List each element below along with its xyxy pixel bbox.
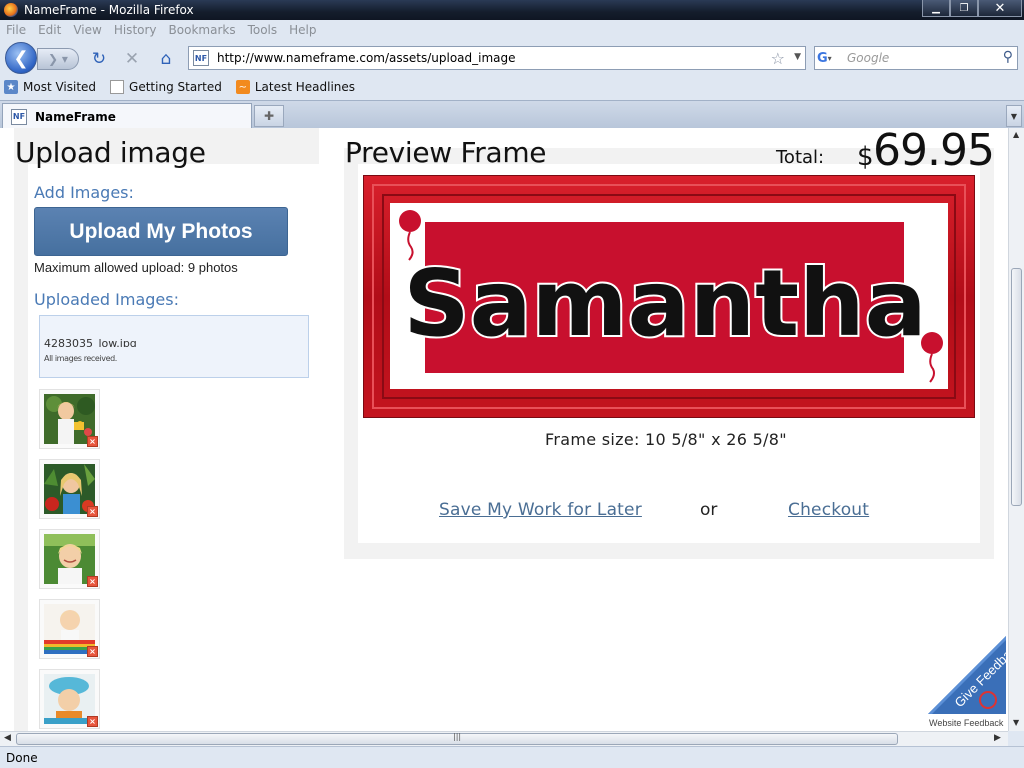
website-feedback-caption: Website Feedback	[929, 718, 1004, 728]
page-icon	[110, 80, 125, 94]
url-text[interactable]: http://www.nameframe.com/assets/upload_i…	[217, 51, 516, 65]
checkout-link[interactable]: Checkout	[788, 500, 869, 520]
or-text: or	[700, 500, 718, 520]
search-bar[interactable]: G ▾ Google ⚲	[814, 46, 1018, 70]
total-amount: 69.95	[873, 128, 995, 176]
frame-name-text: Samantha	[403, 250, 926, 357]
bookmark-label: Most Visited	[23, 80, 97, 94]
scroll-down-icon[interactable]: ▼	[1013, 718, 1019, 727]
menu-edit[interactable]: Edit	[38, 23, 61, 37]
upload-status-box: 4283035_low.jpg All images received.	[39, 315, 309, 378]
address-bar[interactable]: NF http://www.nameframe.com/assets/uploa…	[188, 46, 806, 70]
scroll-left-icon[interactable]: ◀	[4, 733, 11, 743]
frame-size-text: Frame size: 10 5/8" x 26 5/8"	[545, 430, 787, 449]
bookmark-most-visited[interactable]: ★ Most Visited	[4, 80, 96, 94]
bookmark-latest-headlines[interactable]: ∼ Latest Headlines	[235, 80, 356, 94]
tab-list-button[interactable]: ▼	[1006, 105, 1022, 127]
minimize-button[interactable]: ▁	[922, 0, 950, 17]
search-input[interactable]: Google	[847, 51, 889, 65]
menu-file[interactable]: File	[6, 23, 26, 37]
uploaded-thumbnail[interactable]: ×	[39, 599, 100, 659]
navigation-toolbar: ❮ ❯ ▾ ↻ ✕ ⌂ NF http://www.nameframe.com/…	[0, 40, 1024, 74]
total-label: Total:	[776, 147, 825, 168]
bookmark-label: Latest Headlines	[254, 80, 356, 94]
max-upload-note: Maximum allowed upload: 9 photos	[34, 260, 238, 275]
vertical-scrollbar[interactable]: ▲ ▼	[1008, 128, 1024, 731]
horizontal-scrollbar[interactable]: ◀ ||| ▶	[0, 731, 1008, 746]
site-favicon-icon: NF	[193, 50, 209, 66]
currency-symbol: $	[857, 142, 874, 172]
close-button[interactable]: ✕	[978, 0, 1022, 17]
menu-help[interactable]: Help	[289, 23, 316, 37]
stop-icon[interactable]: ✕	[122, 49, 142, 69]
forward-arrow-icon: ❯ ▾	[48, 52, 68, 66]
page-viewport: Upload image Add Images: Upload My Photo…	[0, 128, 1008, 731]
rss-feed-icon: ∼	[235, 80, 250, 94]
delete-image-icon[interactable]: ×	[87, 576, 98, 587]
back-button[interactable]: ❮	[5, 42, 37, 74]
google-search-engine-icon[interactable]: G ▾	[817, 48, 843, 68]
search-icon[interactable]: ⚲	[1003, 49, 1013, 65]
delete-image-icon[interactable]: ×	[87, 716, 98, 727]
scroll-up-icon[interactable]: ▲	[1013, 130, 1019, 139]
bookmark-label: Getting Started	[129, 80, 222, 94]
status-bar: Done	[0, 746, 1024, 768]
delete-image-icon[interactable]: ×	[87, 436, 98, 447]
new-tab-button[interactable]: ✚	[254, 105, 284, 127]
bookmark-getting-started[interactable]: Getting Started	[110, 80, 222, 94]
url-dropdown-icon[interactable]: ▼	[794, 52, 801, 62]
window-title: NameFrame - Mozilla Firefox	[24, 3, 194, 17]
uploaded-thumbnail[interactable]: ×	[39, 389, 100, 449]
uploaded-images-label: Uploaded Images:	[34, 290, 179, 309]
frame-preview: Samantha	[362, 174, 976, 419]
preview-title: Preview Frame	[345, 136, 547, 169]
uploaded-thumbnail[interactable]: ×	[39, 459, 100, 519]
add-images-label: Add Images:	[34, 183, 134, 202]
maximize-button[interactable]: ❐	[950, 0, 978, 17]
upload-status-message: All images received.	[44, 354, 117, 363]
tab-strip: NF NameFrame ✚ ▼	[0, 100, 1024, 129]
menu-tools[interactable]: Tools	[248, 23, 278, 37]
scroll-grip-icon: |||	[453, 732, 462, 741]
menu-history[interactable]: History	[114, 23, 157, 37]
scroll-right-icon[interactable]: ▶	[994, 733, 1001, 743]
delete-image-icon[interactable]: ×	[87, 646, 98, 657]
give-feedback-tab[interactable]: Give Feedback Website Feedback	[926, 634, 1008, 731]
delete-image-icon[interactable]: ×	[87, 506, 98, 517]
upload-panel: Upload image Add Images: Upload My Photo…	[14, 128, 319, 731]
status-text: Done	[6, 750, 38, 765]
chevron-down-icon: ▼	[1010, 111, 1018, 121]
window-controls: ▁ ❐ ✕	[922, 0, 1022, 17]
reload-icon[interactable]: ↻	[89, 49, 109, 69]
tab-label: NameFrame	[35, 109, 116, 124]
tab-nameframe[interactable]: NF NameFrame	[2, 103, 252, 129]
vertical-scroll-thumb[interactable]	[1011, 268, 1022, 506]
site-favicon-icon: NF	[11, 108, 27, 125]
upload-title: Upload image	[15, 136, 206, 169]
menu-bookmarks[interactable]: Bookmarks	[169, 23, 236, 37]
save-work-link[interactable]: Save My Work for Later	[439, 500, 642, 520]
bookmark-star-icon[interactable]: ☆	[771, 49, 785, 68]
upload-photos-button[interactable]: Upload My Photos	[34, 207, 288, 256]
forward-button[interactable]: ❯ ▾	[37, 48, 79, 70]
plus-icon: ✚	[263, 109, 275, 123]
bookmarks-toolbar: ★ Most Visited Getting Started ∼ Latest …	[0, 76, 1024, 98]
home-icon[interactable]: ⌂	[156, 49, 176, 69]
menu-bar: File Edit View History Bookmarks Tools H…	[0, 20, 1024, 40]
firefox-icon	[4, 3, 18, 17]
most-visited-icon: ★	[4, 80, 18, 94]
back-arrow-icon: ❮	[13, 47, 29, 69]
window-title-bar: NameFrame - Mozilla Firefox ▁ ❐ ✕	[0, 0, 1024, 20]
upload-filename: 4283035_low.jpg	[44, 337, 137, 347]
uploaded-thumbnail[interactable]: ×	[39, 529, 100, 589]
uploaded-thumbnail[interactable]: ×	[39, 669, 100, 729]
menu-view[interactable]: View	[73, 23, 101, 37]
